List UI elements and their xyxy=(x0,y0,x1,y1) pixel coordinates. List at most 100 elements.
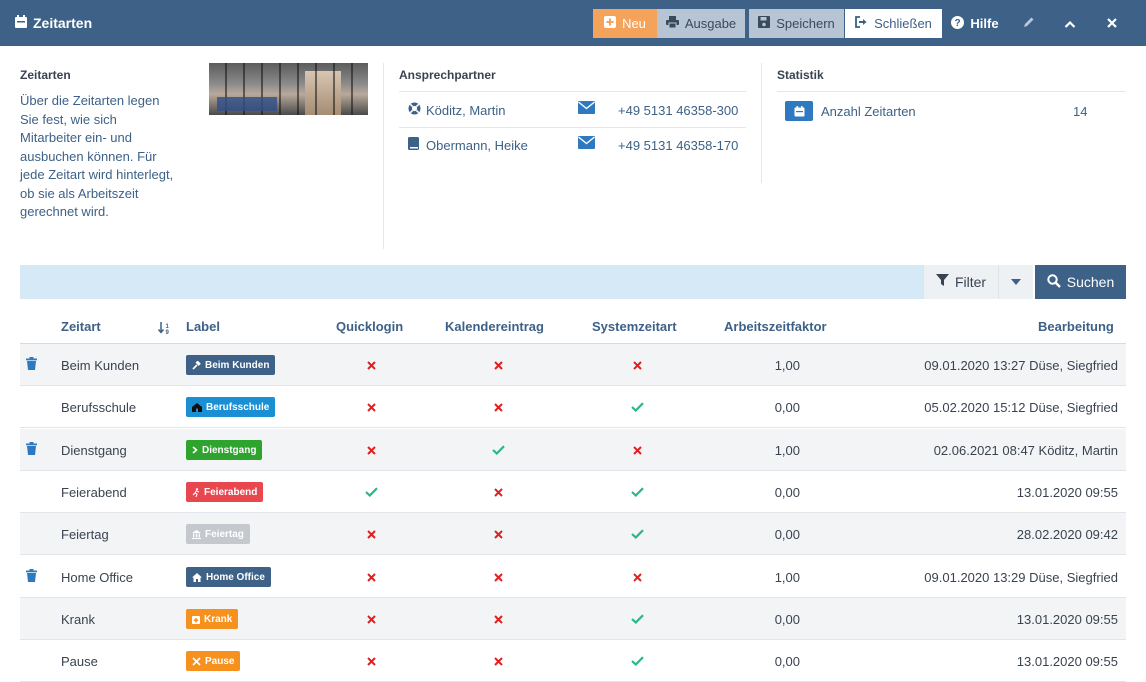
arbeitszeitfaktor-cell: 0,00 xyxy=(774,611,800,627)
table-row[interactable]: Feierabend Feierabend 0,00 13.01.2020 09:55 xyxy=(20,471,1126,513)
quicklogin-cell xyxy=(361,513,381,555)
chevron-up-icon xyxy=(1064,16,1076,31)
quicklogin-cell xyxy=(361,598,381,640)
svg-text:?: ? xyxy=(955,18,961,29)
contact-name[interactable]: Köditz, Martin xyxy=(426,103,578,118)
label-badge: Berufsschule xyxy=(186,397,276,417)
trash-cell xyxy=(26,556,42,598)
printer-icon xyxy=(665,16,679,31)
label-badge-text: Pause xyxy=(205,655,235,667)
collapse-button[interactable] xyxy=(1050,9,1090,38)
zeitart-name: Home Office xyxy=(61,569,134,585)
cross-icon xyxy=(493,614,503,624)
cross-icon xyxy=(493,656,503,666)
envelope-icon[interactable] xyxy=(578,136,618,154)
cross-icon xyxy=(366,360,376,370)
column-header-systemzeitart[interactable]: Systemzeitart xyxy=(592,310,677,343)
bearbeitung-cell: 13.01.2020 09:55 xyxy=(1016,653,1118,669)
running-icon xyxy=(192,487,200,497)
divider xyxy=(761,63,762,183)
kalendereintrag-cell xyxy=(488,386,508,428)
bearbeitung-cell: 28.02.2020 09:42 xyxy=(1016,526,1118,542)
edit-button[interactable] xyxy=(1008,9,1048,38)
close-view-button[interactable]: Schließen xyxy=(845,9,942,38)
trash-cell xyxy=(26,598,42,640)
quicklogin-cell xyxy=(361,556,381,598)
trash-icon[interactable] xyxy=(26,569,37,585)
table-row[interactable]: Beim Kunden Beim Kunden 1,00 09.01.2020 13:… xyxy=(20,344,1126,386)
help-button[interactable]: ? Hilfe xyxy=(946,9,1004,38)
trash-cell xyxy=(26,344,42,386)
trash-cell xyxy=(26,640,42,682)
envelope-icon[interactable] xyxy=(578,101,618,119)
contact-phone[interactable]: +49 5131 46358-170 xyxy=(618,138,738,153)
close-button[interactable] xyxy=(1092,9,1132,38)
search-button[interactable]: Suchen xyxy=(1035,265,1126,299)
school-icon xyxy=(192,402,202,412)
caret-down-icon xyxy=(1011,277,1021,288)
column-header-bearbeitung[interactable]: Bearbeitung xyxy=(1038,310,1114,343)
filter-button-label: Filter xyxy=(954,274,987,290)
trash-cell xyxy=(26,513,42,555)
trash-cell xyxy=(26,386,42,428)
label-badge: Pause xyxy=(186,651,241,671)
search-input[interactable] xyxy=(20,265,923,299)
cross-icon xyxy=(366,402,376,412)
column-header-kalendereintrag[interactable]: Kalendereintrag xyxy=(445,310,544,343)
arbeitszeitfaktor-cell: 0,00 xyxy=(774,653,800,669)
stat-label: Anzahl Zeitarten xyxy=(821,103,916,119)
window-title-text: Zeitarten xyxy=(33,15,93,31)
systemzeitart-cell xyxy=(627,556,647,598)
trash-icon[interactable] xyxy=(26,442,37,458)
check-icon xyxy=(630,402,644,412)
systemzeitart-cell xyxy=(627,429,647,471)
label-cell: Dienstgang xyxy=(186,429,316,471)
table-row[interactable]: Pause Pause 0,00 13.01.2020 09:55 xyxy=(20,640,1126,682)
new-button[interactable]: Neu xyxy=(593,9,657,38)
cross-icon xyxy=(632,572,642,582)
contact-name[interactable]: Obermann, Heike xyxy=(426,138,578,153)
check-icon xyxy=(630,614,644,624)
kalendereintrag-cell xyxy=(488,640,508,682)
kalendereintrag-cell xyxy=(488,429,508,471)
zeitart-name: Pause xyxy=(61,653,98,669)
column-header-label[interactable]: Label xyxy=(186,310,220,343)
stat-value: 14 xyxy=(1073,103,1088,119)
table-header: Zeitart 19 Label Quicklogin Kalendereint… xyxy=(20,310,1126,344)
kalendereintrag-cell xyxy=(488,556,508,598)
table-row[interactable]: Feiertag Feiertag 0,00 28.02.2020 09:42 xyxy=(20,513,1126,555)
systemzeitart-cell xyxy=(627,386,647,428)
filter-dropdown-button[interactable] xyxy=(998,265,1033,299)
zeitart-name: Feierabend xyxy=(61,484,127,500)
arbeitszeitfaktor-cell: 1,00 xyxy=(774,442,800,458)
plus-square-icon xyxy=(604,16,617,31)
home-icon xyxy=(192,572,202,582)
save-button[interactable]: Speichern xyxy=(749,9,844,38)
column-header-quicklogin[interactable]: Quicklogin xyxy=(336,310,403,343)
table-row[interactable]: Krank Krank 0,00 13.01.2020 09:55 xyxy=(20,598,1126,640)
contacts-title: Ansprechpartner xyxy=(399,68,496,82)
table-row[interactable]: Home Office Home Office 1,00 09.01.2020 13:… xyxy=(20,556,1126,598)
zeitart-name: Dienstgang xyxy=(61,442,127,458)
arbeitszeitfaktor-cell: 1,00 xyxy=(774,357,800,373)
zeitart-name: Krank xyxy=(61,611,95,627)
contact-phone[interactable]: +49 5131 46358-300 xyxy=(618,103,738,118)
table-row[interactable]: Berufsschule Berufsschule 0,00 05.02.2020 1… xyxy=(20,386,1126,428)
hammer-icon xyxy=(192,360,201,370)
label-badge-text: Beim Kunden xyxy=(205,359,270,371)
arbeitszeitfaktor-cell: 0,00 xyxy=(774,484,800,500)
label-badge-text: Feierabend xyxy=(204,486,258,498)
systemzeitart-cell xyxy=(627,598,647,640)
label-badge: Feierabend xyxy=(186,482,264,502)
svg-text:9: 9 xyxy=(166,330,170,334)
floppy-disk-icon xyxy=(758,16,771,31)
output-button[interactable]: Ausgabe xyxy=(657,9,745,38)
table-row[interactable]: Dienstgang Dienstgang 1,00 02.06.2021 08:47… xyxy=(20,429,1126,471)
column-header-arbeitszeitfaktor[interactable]: Arbeitszeitfaktor xyxy=(724,310,827,343)
column-header-zeitart[interactable]: Zeitart xyxy=(61,310,101,343)
trash-icon[interactable] xyxy=(26,357,37,373)
sort-icon[interactable]: 19 xyxy=(157,310,172,343)
cross-icon xyxy=(366,572,376,582)
cross-icon xyxy=(366,614,376,624)
filter-button[interactable]: Filter xyxy=(923,265,998,299)
